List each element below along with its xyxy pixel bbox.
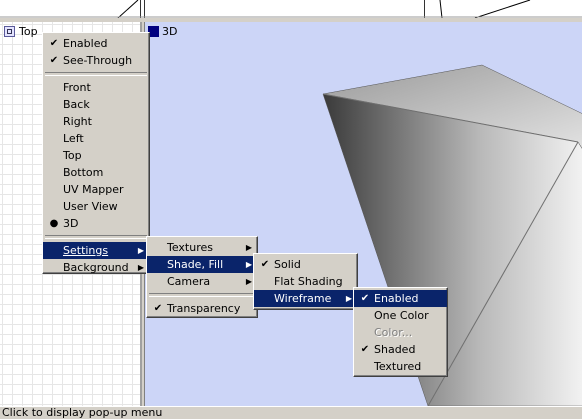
menu-item-color: Color... [374,326,413,339]
menu-item-flat-shading[interactable]: Flat Shading [254,273,357,290]
check-icon: ✔ [260,259,270,270]
menu-item-background[interactable]: Background ▶ [43,259,149,276]
menu-item-back[interactable]: Back [43,96,149,113]
check-icon: ✔ [49,55,59,66]
menu-item-solid[interactable]: ✔ Solid [254,256,357,273]
menu-item-enabled[interactable]: ✔ Enabled [43,35,149,52]
menu-item-front[interactable]: Front [43,79,149,96]
menu-item-see-through[interactable]: ✔ See-Through [43,52,149,69]
check-icon: ✔ [153,303,163,314]
radio-dot-icon: ● [49,218,59,229]
menu-item-camera[interactable]: Camera ▶ [147,273,257,290]
submenu-arrow-icon: ▶ [137,263,144,272]
shade-fill-submenu: ✔ Solid Flat Shading Wireframe ▶ [253,253,358,310]
status-bar: Click to display pop-up menu [0,406,582,419]
menu-item-wireframe-enabled[interactable]: ✔ Enabled [354,290,447,307]
menu-item-transparency[interactable]: ✔ Transparency [147,300,257,317]
status-text: Click to display pop-up menu [2,406,163,419]
check-icon: ✔ [360,293,370,304]
submenu-arrow-icon: ▶ [245,277,252,286]
top-viewport-strip [0,0,582,18]
submenu-arrow-icon: ▶ [245,243,252,252]
menu-item-top[interactable]: Top [43,147,149,164]
submenu-arrow-icon: ▶ [137,246,144,255]
menu-item-right[interactable]: Right [43,113,149,130]
menu-item-textured[interactable]: Textured [354,358,447,375]
menu-item-uv-mapper[interactable]: UV Mapper [43,181,149,198]
menu-item-3d[interactable]: ● 3D [43,215,149,232]
viewport-popup-menu: ✔ Enabled ✔ See-Through Front Back Right L… [42,32,150,274]
3d-viewport-label: 3D [162,25,178,38]
check-icon: ✔ [360,344,370,355]
menu-separator [45,235,147,239]
check-icon: ✔ [49,38,59,49]
menu-item-shaded[interactable]: ✔ Shaded [354,341,447,358]
menu-item-settings[interactable]: Settings ▶ [43,242,149,259]
menu-item-left[interactable]: Left [43,130,149,147]
menu-separator [45,72,147,76]
settings-submenu: Textures ▶ Shade, Fill ▶ Camera ▶ ✔ Transpar… [146,236,258,318]
top-viewport-label: Top [19,25,38,38]
strip-wireframe [0,0,582,18]
menu-item-one-color[interactable]: One Color [354,307,447,324]
menu-item-wireframe[interactable]: Wireframe ▶ [254,290,357,307]
wireframe-submenu: ✔ Enabled One Color Color... ✔ Shaded Text… [353,287,448,377]
menu-separator [149,293,255,297]
viewport-menu-icon[interactable] [4,26,15,37]
menu-item-bottom[interactable]: Bottom [43,164,149,181]
submenu-arrow-icon: ▶ [345,294,352,303]
menu-item-shade-fill[interactable]: Shade, Fill ▶ [147,256,257,273]
submenu-arrow-icon: ▶ [245,260,252,269]
menu-item-user-view[interactable]: User View [43,198,149,215]
menu-item-textures[interactable]: Textures ▶ [147,239,257,256]
